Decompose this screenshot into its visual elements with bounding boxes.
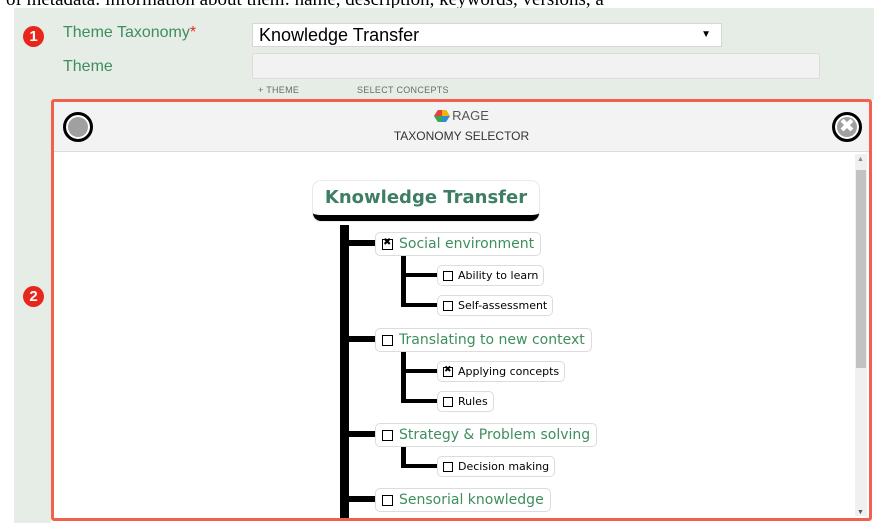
tree-child-node[interactable]: Ability to learn <box>437 265 545 286</box>
tree-child-node[interactable]: Decision making <box>437 456 556 477</box>
tree-node-label: Translating to new context <box>399 332 585 348</box>
dropdown-caret-icon: ▼ <box>701 29 711 40</box>
top-strip-text: of metadata: information about them: nam… <box>6 0 604 8</box>
tree-node[interactable]: Social environment <box>375 232 542 256</box>
tree-subtrunk-line <box>401 446 406 466</box>
checkbox-checked-icon[interactable] <box>443 365 453 377</box>
tree-node[interactable]: Sensorial knowledge <box>375 488 551 512</box>
theme-label: Theme <box>63 58 113 75</box>
taxonomy-tree: Knowledge Transfer Social environment Ab… <box>54 153 854 518</box>
theme-input[interactable] <box>252 53 820 79</box>
checkbox-icon[interactable] <box>443 461 453 472</box>
rage-logo-icon <box>434 109 451 122</box>
tree-child-node[interactable]: Rules <box>437 391 494 412</box>
tree-root-label: Knowledge Transfer <box>324 187 528 208</box>
tree-branch-line <box>340 240 376 246</box>
tree-branch-line <box>340 496 376 502</box>
taxonomy-select[interactable]: Knowledge Transfer ▼ <box>252 23 722 47</box>
panel-title: TAXONOMY SELECTOR <box>393 128 530 143</box>
checkbox-icon[interactable] <box>443 270 453 281</box>
tree-child-label: Decision making <box>458 460 550 473</box>
checkbox-icon[interactable] <box>443 300 453 311</box>
top-text-strip: of metadata: information about them: nam… <box>0 0 874 8</box>
panel-brand: RAGE TAXONOMY SELECTOR <box>54 108 869 143</box>
required-asterisk: * <box>189 24 197 41</box>
step-marker-2: 2 <box>23 286 44 307</box>
panel-header: RAGE TAXONOMY SELECTOR ✖ <box>54 102 869 152</box>
tree-node-label: Social environment <box>399 236 535 252</box>
tree-subbranch-line <box>401 303 438 307</box>
tree-child-node[interactable]: Applying concepts <box>437 361 566 382</box>
tree-child-label: Ability to learn <box>458 269 539 282</box>
tree-branch-line <box>340 431 376 437</box>
tree-child-node[interactable]: Self-assessment <box>437 295 554 316</box>
tree-node[interactable]: Strategy & Problem solving <box>375 423 598 447</box>
scroll-up-arrow-icon[interactable]: ▲ <box>857 156 864 163</box>
vertical-scrollbar[interactable]: ▲ ▼ <box>855 154 867 516</box>
tree-child-label: Self-assessment <box>458 299 548 312</box>
tree-node-label: Sensorial knowledge <box>399 492 544 508</box>
close-circle-icon[interactable]: ✖ <box>832 112 862 142</box>
taxonomy-select-value: Knowledge Transfer <box>259 25 420 45</box>
tree-subbranch-line <box>401 369 438 373</box>
tree-subbranch-line <box>401 399 438 403</box>
step-marker-1: 1 <box>23 26 44 47</box>
brand-name: RAGE <box>452 108 489 123</box>
tree-trunk-line <box>340 225 349 518</box>
checkbox-icon[interactable] <box>443 396 453 407</box>
scroll-down-arrow-icon[interactable]: ▼ <box>857 509 864 516</box>
tree-child-label: Applying concepts <box>458 365 560 378</box>
taxonomy-label: Theme Taxonomy* <box>63 24 196 42</box>
select-concepts-link[interactable]: SELECT CONCEPTS <box>357 85 449 95</box>
taxonomy-selector-panel: RAGE TAXONOMY SELECTOR ✖ ▲ ▼ Knowledge T… <box>51 99 872 521</box>
checkbox-icon[interactable] <box>382 334 393 346</box>
checkbox-checked-icon[interactable] <box>382 237 393 250</box>
add-theme-link[interactable]: + THEME <box>258 85 299 95</box>
tree-node[interactable]: Translating to new context <box>375 328 592 352</box>
scrollbar-thumb[interactable] <box>856 170 866 368</box>
left-rail <box>14 8 51 523</box>
tree-subtrunk-line <box>401 351 406 403</box>
tree-child-label: Rules <box>458 395 488 408</box>
taxonomy-label-text: Theme Taxonomy <box>63 24 190 41</box>
tree-root-node[interactable]: Knowledge Transfer <box>313 181 539 221</box>
tree-subbranch-line <box>401 464 438 468</box>
checkbox-icon[interactable] <box>382 429 393 441</box>
tree-node-label: Strategy & Problem solving <box>399 427 591 443</box>
checkbox-icon[interactable] <box>382 494 393 506</box>
tree-subbranch-line <box>401 273 438 277</box>
tree-branch-line <box>340 336 376 342</box>
tree-subtrunk-line <box>401 255 406 307</box>
